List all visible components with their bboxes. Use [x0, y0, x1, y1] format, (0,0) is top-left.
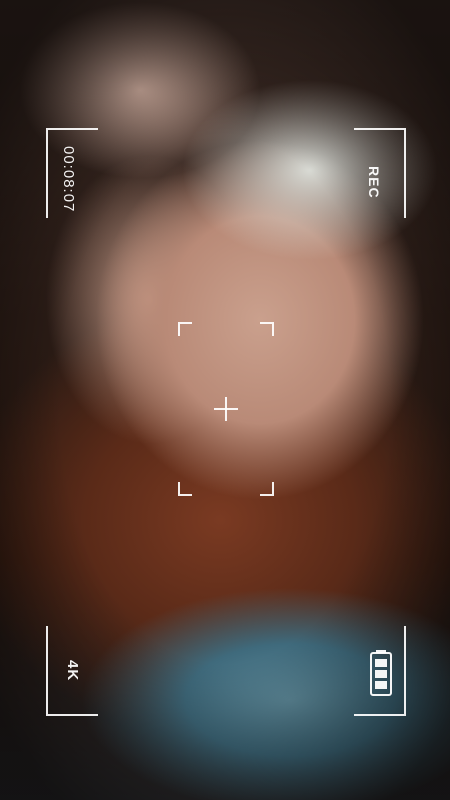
recording-timer: 00:08:07 [60, 146, 77, 213]
battery-bar [375, 670, 387, 678]
battery-icon [370, 650, 392, 696]
focus-corner-top-right [260, 322, 274, 336]
rec-indicator: REC [366, 166, 382, 199]
battery-bar [375, 659, 387, 667]
video-quality-label: 4K [64, 660, 81, 682]
focus-frame[interactable] [178, 322, 274, 496]
battery-bar [375, 681, 387, 689]
focus-corner-top-left [178, 322, 192, 336]
focus-corner-bottom-left [178, 482, 192, 496]
focus-corner-bottom-right [260, 482, 274, 496]
